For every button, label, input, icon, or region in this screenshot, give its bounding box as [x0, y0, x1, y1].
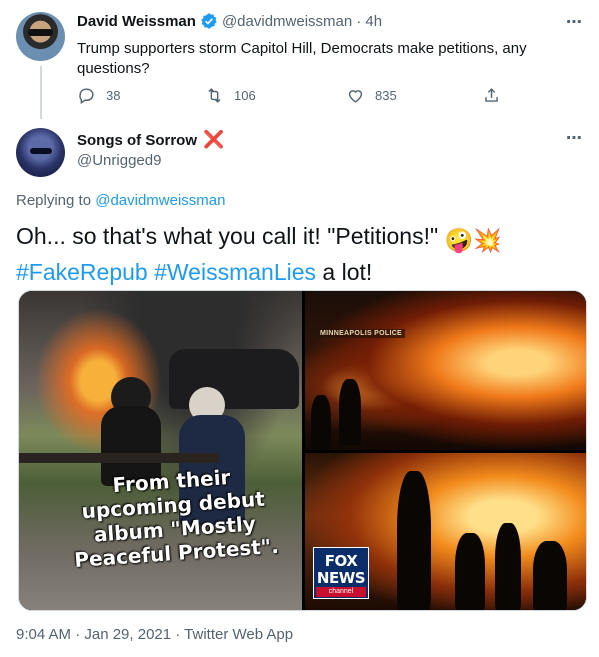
logo-channel: channel: [316, 587, 366, 597]
hashtag-weissmanlies[interactable]: #WeissmanLies: [154, 259, 316, 285]
share-button[interactable]: [482, 86, 501, 105]
main-tweet-text: Oh... so that's what you call it! "Petit…: [16, 220, 586, 288]
silhouette-1: [339, 379, 361, 445]
verified-badge-icon: [201, 13, 217, 29]
parent-tweet-text: Trump supporters storm Capitol Hill, Dem…: [77, 40, 527, 77]
main-text-line2-tail: a lot!: [322, 259, 373, 285]
zany-face-emoji-icon: 🤪: [444, 227, 474, 253]
main-more-icon[interactable]: ⋯: [566, 128, 583, 148]
photo-minneapolis-police-fire[interactable]: MINNEAPOLIS POLICE: [305, 291, 586, 450]
parent-actions-bar: 38 106 835: [77, 86, 507, 108]
reply-icon: [79, 88, 94, 104]
retweet-button[interactable]: 106: [205, 86, 256, 105]
photo-street-fire-crowd[interactable]: FOX NEWS channel: [305, 453, 586, 610]
silhouette-3: [397, 471, 431, 610]
replying-to-line: Replying to @davidmweissman: [16, 192, 226, 209]
logo-news: NEWS: [316, 569, 366, 587]
like-icon: [348, 90, 363, 103]
share-icon: [485, 88, 498, 102]
silhouette-4: [455, 533, 485, 610]
like-count: 835: [375, 88, 397, 103]
police-sign: MINNEAPOLIS POLICE: [317, 329, 406, 338]
silhouette-6: [533, 541, 567, 610]
logo-fox: FOX: [324, 552, 358, 570]
avatar-songs-of-sorrow[interactable]: [16, 128, 65, 177]
main-handle[interactable]: @Unrigged9: [77, 152, 161, 169]
avatar-glasses: [28, 29, 53, 36]
album-caption: From their upcoming debut album "Mostly …: [73, 465, 280, 573]
reply-button[interactable]: 38: [77, 86, 120, 105]
main-display-name[interactable]: Songs of Sorrow: [77, 132, 197, 149]
avatar-david-weissman[interactable]: [16, 12, 65, 61]
reply-count: 38: [106, 88, 121, 103]
bench-shape: [19, 453, 219, 463]
parent-author-row: David Weissman @davidmweissman · 4h: [77, 12, 382, 30]
fox-news-logo: FOX NEWS channel: [313, 547, 369, 599]
photo-biden-harris-fire[interactable]: From their upcoming debut album "Mostly …: [19, 291, 302, 610]
silhouette-5: [495, 523, 521, 610]
avatar-figure: [30, 148, 52, 154]
parent-more-icon[interactable]: ⋯: [566, 12, 583, 32]
parent-handle[interactable]: @davidmweissman: [222, 13, 352, 30]
hashtag-fakerepub[interactable]: #FakeRepub: [16, 259, 148, 285]
main-text-line1: Oh... so that's what you call it! "Petit…: [16, 223, 439, 249]
retweet-count: 106: [234, 88, 256, 103]
like-button[interactable]: 835: [346, 86, 397, 105]
tweet-timestamp[interactable]: 9:04 AM · Jan 29, 2021 · Twitter Web App: [16, 626, 293, 643]
replying-to-mention[interactable]: @davidmweissman: [95, 192, 225, 209]
red-x-icon: ❌: [203, 130, 225, 149]
parent-display-name[interactable]: David Weissman: [77, 13, 196, 30]
thread-connector-line: [40, 66, 42, 119]
retweet-icon: [208, 88, 221, 103]
main-author-row: Songs of Sorrow ❌: [77, 130, 224, 150]
collision-emoji-icon: 💥: [473, 227, 502, 253]
replying-to-label: Replying to: [16, 192, 92, 209]
silhouette-2: [311, 395, 331, 450]
parent-time[interactable]: · 4h: [356, 13, 382, 30]
media-grid: From their upcoming debut album "Mostly …: [18, 290, 587, 611]
